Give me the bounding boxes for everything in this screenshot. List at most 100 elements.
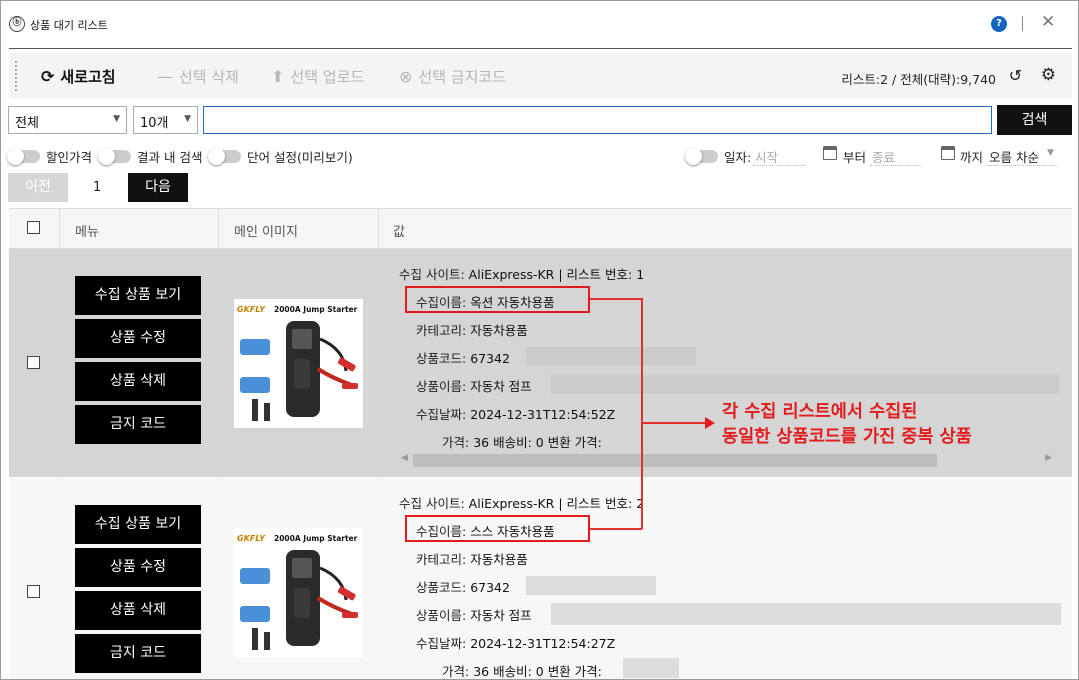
- view-collected-product-button[interactable]: 수집 상품 보기: [75, 505, 201, 544]
- product-code-field: 상품코드: 67342: [416, 580, 510, 595]
- search-within-results-toggle[interactable]: 결과 내 검색: [98, 147, 203, 166]
- row-checkbox[interactable]: [27, 356, 40, 369]
- toggle-switch[interactable]: [685, 148, 718, 165]
- select-all-checkbox[interactable]: [27, 221, 40, 234]
- page-size-value: 10개: [140, 116, 169, 131]
- collect-date-field: 수집날짜: 2024-12-31T12:54:52Z: [416, 407, 616, 422]
- refresh-icon: ⟳: [41, 67, 55, 86]
- product-thumbnail[interactable]: GKFLY 2000A Jump Starter: [234, 299, 363, 428]
- next-page-button[interactable]: 다음: [128, 173, 188, 202]
- product-code-field: 상품코드: 67342: [416, 351, 510, 366]
- annotation-connector: [590, 298, 642, 300]
- scrollbar-thumb[interactable]: [413, 454, 937, 467]
- redacted-code: [526, 576, 656, 595]
- close-icon[interactable]: ✕: [1041, 12, 1055, 32]
- category-select-value: 전체: [15, 116, 39, 131]
- start-date-field[interactable]: 시작: [753, 146, 805, 166]
- discount-price-toggle[interactable]: 할인가격: [7, 147, 93, 166]
- page-number: 1: [93, 180, 102, 195]
- upload-selected-button[interactable]: ⬆ 선택 업로드: [271, 66, 364, 87]
- prev-page-button[interactable]: 이전: [8, 173, 68, 202]
- ban-code-selected-button[interactable]: ⊗ 선택 금지코드: [399, 66, 506, 87]
- word-setting-label: 단어 설정(미리보기): [247, 150, 353, 165]
- horizontal-scrollbar[interactable]: ◀ ▶: [399, 452, 1054, 469]
- delete-selected-label: 선택 삭제: [179, 68, 239, 86]
- toggle-switch[interactable]: [7, 148, 40, 165]
- title-divider: [9, 48, 1072, 49]
- delete-product-button[interactable]: 상품 삭제: [75, 591, 201, 630]
- product-name-field: 상품이름: 자동차 점프: [416, 379, 532, 394]
- header-value: 값: [393, 225, 405, 240]
- from-label: 부터: [843, 150, 867, 165]
- ban-code-button[interactable]: 금지 코드: [75, 634, 201, 673]
- annotation-line-1: 각 수집 리스트에서 수집된: [722, 402, 918, 422]
- category-select[interactable]: 전체 ▼: [8, 106, 127, 134]
- word-setting-toggle[interactable]: 단어 설정(미리보기): [208, 147, 353, 166]
- ban-code-selected-label: 선택 금지코드: [418, 68, 506, 86]
- duplicate-highlight-box: [405, 286, 590, 313]
- window-title: 상품 대기 리스트: [30, 19, 108, 32]
- chevron-down-icon: ▼: [184, 114, 191, 124]
- scroll-left-icon[interactable]: ◀: [401, 453, 408, 463]
- page-size-select[interactable]: 10개 ▼: [133, 106, 198, 134]
- header-menu: 메뉴: [75, 225, 99, 240]
- redacted-product-name: [551, 603, 1061, 625]
- redacted-code: [526, 347, 696, 366]
- collect-site-field: 수집 사이트: AliExpress-KR | 리스트 번호: 1: [399, 267, 645, 282]
- product-name-field: 상품이름: 자동차 점프: [416, 608, 532, 623]
- duplicate-highlight-box: [405, 515, 590, 542]
- delete-selected-button[interactable]: — 선택 삭제: [157, 66, 239, 87]
- ban-code-button[interactable]: 금지 코드: [75, 405, 201, 444]
- upload-selected-label: 선택 업로드: [290, 68, 365, 86]
- collect-date-field: 수집날짜: 2024-12-31T12:54:27Z: [416, 636, 616, 651]
- price-field: 가격: 36 배송비: 0 변환 가격:: [442, 435, 602, 450]
- annotation-arrow-line: [642, 422, 706, 424]
- search-input[interactable]: [203, 106, 992, 134]
- product-thumbnail[interactable]: GKFLY 2000A Jump Starter: [234, 528, 363, 657]
- category-field: 카테고리: 자동차용품: [416, 323, 528, 338]
- calendar-icon[interactable]: [823, 146, 837, 160]
- window: ⓑ 상품 대기 리스트 ? ✕ ⟳ 새로고침 — 선택 삭제 ⬆ 선택 업로드 …: [0, 0, 1079, 680]
- redacted-converted-price: [623, 658, 679, 678]
- delete-product-button[interactable]: 상품 삭제: [75, 362, 201, 401]
- refresh-button[interactable]: ⟳ 새로고침: [41, 66, 116, 87]
- toggle-switch[interactable]: [208, 148, 241, 165]
- redacted-product-name: [551, 375, 1059, 394]
- table-row: 수집 상품 보기 상품 수정 상품 삭제 금지 코드 GKFLY 2000A J…: [9, 478, 1072, 679]
- edit-product-button[interactable]: 상품 수정: [75, 319, 201, 358]
- collect-site-field: 수집 사이트: AliExpress-KR | 리스트 번호: 2: [399, 496, 645, 511]
- minus-icon: —: [157, 67, 173, 86]
- annotation-connector: [590, 528, 642, 530]
- help-icon[interactable]: ?: [991, 16, 1007, 32]
- upload-icon: ⬆: [271, 67, 285, 86]
- toolbar-grip: [15, 61, 17, 91]
- discount-price-label: 할인가격: [46, 150, 93, 165]
- reset-icon[interactable]: ↺: [1009, 66, 1022, 85]
- until-label: 까지: [960, 150, 984, 165]
- annotation-connector: [641, 298, 643, 529]
- header-main-image: 메인 이미지: [234, 225, 298, 240]
- ban-icon: ⊗: [399, 67, 413, 86]
- toggle-switch[interactable]: [98, 148, 131, 165]
- jump-starter-illustration: [240, 550, 358, 650]
- chevron-down-icon: ▼: [113, 114, 120, 124]
- chevron-down-icon: ▼: [1047, 148, 1054, 158]
- gear-icon[interactable]: ⚙: [1041, 65, 1056, 85]
- refresh-label: 새로고침: [60, 68, 116, 86]
- annotation-arrow-icon: [705, 417, 715, 429]
- calendar-icon[interactable]: [941, 146, 955, 160]
- view-collected-product-button[interactable]: 수집 상품 보기: [75, 276, 201, 315]
- end-date-field[interactable]: 종료: [870, 146, 922, 166]
- row-checkbox[interactable]: [27, 585, 40, 598]
- toolbar: ⟳ 새로고침 — 선택 삭제 ⬆ 선택 업로드 ⊗ 선택 금지코드 리스트:2 …: [9, 53, 1072, 99]
- edit-product-button[interactable]: 상품 수정: [75, 548, 201, 587]
- search-within-results-label: 결과 내 검색: [137, 150, 203, 165]
- date-filter-toggle[interactable]: 일자:: [685, 147, 751, 166]
- title-bar: ⓑ 상품 대기 리스트 ? ✕: [1, 1, 1078, 47]
- jump-starter-illustration: [240, 321, 358, 421]
- list-status-text: 리스트:2 / 전체(대략):9,740: [841, 72, 996, 87]
- app-logo-icon: ⓑ: [9, 16, 25, 32]
- search-button[interactable]: 검색: [997, 105, 1072, 135]
- category-field: 카테고리: 자동차용품: [416, 552, 528, 567]
- scroll-right-icon[interactable]: ▶: [1045, 453, 1052, 463]
